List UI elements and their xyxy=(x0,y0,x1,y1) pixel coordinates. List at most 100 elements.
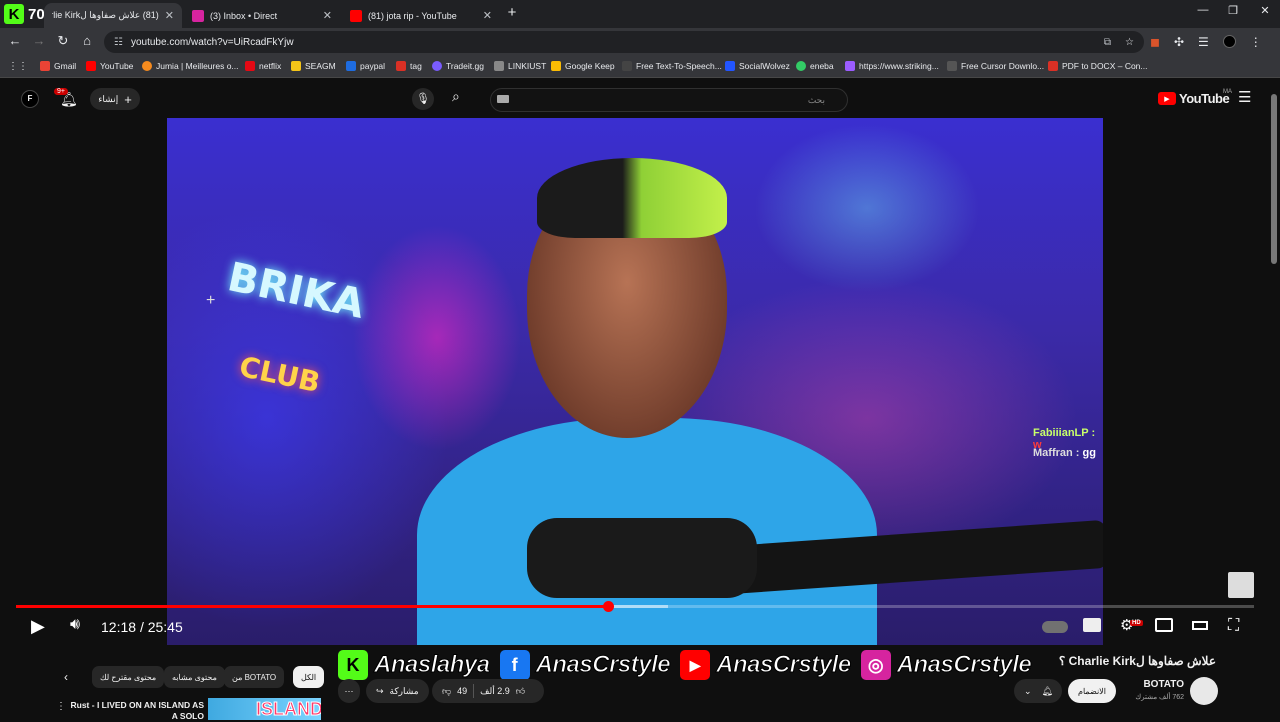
create-button[interactable]: إنشاء + xyxy=(90,88,140,110)
close-tab-icon[interactable]: ✕ xyxy=(165,9,174,22)
address-bar[interactable]: ☷ youtube.com/watch?v=UiRcadFkYjw ⧉ ☆ xyxy=(104,31,1144,53)
keyboard-icon[interactable] xyxy=(497,95,509,103)
bookmark-star-icon[interactable]: ☆ xyxy=(1125,37,1134,48)
duration: 25:45 xyxy=(147,619,183,635)
puzzle-icon[interactable]: ✣ xyxy=(1174,35,1184,49)
tab-inbox[interactable]: (3) Inbox • Direct ✕ xyxy=(184,3,340,28)
thumbnail-text: ISLAND xyxy=(256,699,322,720)
menu-icon[interactable]: ⋮ xyxy=(1250,35,1262,49)
bookmark-tag[interactable]: tag xyxy=(396,61,422,71)
bookmark-eneba[interactable]: eneba xyxy=(796,61,834,71)
progress-bar[interactable] xyxy=(16,601,1254,612)
keep-icon xyxy=(551,61,561,71)
bookmark-youtube[interactable]: YouTube xyxy=(86,61,133,71)
channel-name[interactable]: BOTATO xyxy=(1140,679,1184,690)
voice-search-icon[interactable]: 🎙︎ xyxy=(412,88,434,110)
chat-line: Maffran : gg xyxy=(1033,447,1096,459)
restore-button[interactable]: ❐ xyxy=(1218,4,1248,17)
tab-active[interactable]: (81) علاش صفاوها لCharlie Kirk ✕ xyxy=(44,3,182,28)
profile-icon[interactable] xyxy=(1222,35,1236,48)
join-button[interactable]: الانضمام xyxy=(1068,679,1116,703)
share-button[interactable]: ↪ مشاركة xyxy=(366,679,429,703)
youtube-header: F 🔔︎ 9+ إنشاء + 🎙︎ ⌕ بحث ▶ YouTube MA ☰ xyxy=(0,79,1280,119)
youtube-logo[interactable]: ▶ YouTube xyxy=(1158,91,1230,106)
chip-from-channel[interactable]: من BOTATO xyxy=(224,666,285,688)
kick-logo-icon: K xyxy=(4,4,24,24)
hamburger-menu-icon[interactable]: ☰ xyxy=(1238,88,1251,106)
bookmark-gmail[interactable]: Gmail xyxy=(40,61,76,71)
play-button[interactable]: ▶ xyxy=(31,616,45,637)
apps-icon[interactable]: ⋮⋮ xyxy=(8,61,28,72)
scrubber-handle[interactable] xyxy=(602,601,614,612)
search-input[interactable]: بحث xyxy=(490,88,848,112)
close-tab-icon[interactable]: ✕ xyxy=(483,9,492,22)
recommended-title[interactable]: Rust - I LIVED ON AN ISLAND AS A SOLO xyxy=(68,700,205,722)
tab-title: (81) علاش صفاوها لCharlie Kirk xyxy=(52,10,159,20)
bookmark-socialwolvez[interactable]: SocialWolvez xyxy=(725,61,790,71)
bookmark-striking[interactable]: https://www.striking... xyxy=(845,61,939,71)
youtube-icon xyxy=(86,61,96,71)
tab-youtube[interactable]: (81) jota rip - YouTube ✕ xyxy=(342,3,500,28)
bookmark-netflix[interactable]: netflix xyxy=(245,61,281,71)
account-avatar[interactable]: F xyxy=(21,90,39,108)
reload-button[interactable]: ↻ xyxy=(54,33,72,49)
channel-watermark[interactable] xyxy=(1228,572,1254,598)
recommended-more-icon[interactable]: ⋮ xyxy=(56,701,66,712)
recommended-thumbnail[interactable]: ISLAND xyxy=(208,698,321,720)
video-frame[interactable]: BRIKA CLUB FabiiianLP : w Maffran : gg xyxy=(167,118,1103,645)
fullscreen-icon[interactable]: ⛶ xyxy=(1228,617,1239,635)
search-button[interactable]: ⌕ xyxy=(452,88,460,105)
reading-list-icon[interactable]: ☰ xyxy=(1198,35,1209,49)
volume-icon[interactable]: 🔊︎ xyxy=(70,616,80,634)
bookmark-keep[interactable]: Google Keep xyxy=(551,61,615,71)
chip-recommended[interactable]: محتوى مقترح لك xyxy=(92,666,165,688)
tab-title: (81) jota rip - YouTube xyxy=(368,10,457,21)
chip-all[interactable]: الكل xyxy=(293,666,325,688)
close-tab-icon[interactable]: ✕ xyxy=(323,9,332,22)
forward-button[interactable]: → xyxy=(30,33,48,48)
like-icon[interactable]: 👍︎ xyxy=(516,686,525,697)
social-handle: AnasCrstyle xyxy=(535,651,671,679)
dislike-icon[interactable]: 👎︎ xyxy=(442,686,451,697)
create-label: إنشاء xyxy=(98,93,119,104)
back-button[interactable]: ← xyxy=(6,33,24,48)
minimize-button[interactable]: — xyxy=(1188,4,1218,16)
subscribe-bell-button[interactable]: ⌄ 🔔︎ xyxy=(1014,679,1062,703)
new-tab-button[interactable]: + xyxy=(504,4,520,21)
video-title: علاش صفاوها لCharlie Kirk ؟ xyxy=(1058,654,1216,668)
bookmark-tts[interactable]: Free Text-To-Speech... xyxy=(622,61,722,71)
crosshair-cursor-icon: + xyxy=(206,292,216,309)
close-window-button[interactable]: ✕ xyxy=(1250,4,1280,17)
theater-mode-icon[interactable] xyxy=(1192,621,1208,630)
chip-related[interactable]: محتوى مشابه xyxy=(164,666,225,688)
overlay-count: 70 xyxy=(28,5,45,23)
bookmark-tradeit[interactable]: Tradeit.gg xyxy=(432,61,484,71)
home-button[interactable]: ⌂ xyxy=(78,33,96,48)
neon-sign-top: BRIKA xyxy=(223,254,369,328)
plus-icon: + xyxy=(124,91,132,107)
paypal-icon xyxy=(346,61,356,71)
socialwolvez-icon xyxy=(725,61,735,71)
install-icon[interactable]: ⧉ xyxy=(1104,37,1111,48)
bookmark-seagm[interactable]: SEAGM xyxy=(291,61,336,71)
channel-avatar[interactable] xyxy=(1190,677,1218,705)
url-text: youtube.com/watch?v=UiRcadFkYjw xyxy=(130,36,294,48)
microphone xyxy=(527,518,757,598)
extension-icon[interactable]: ◼ xyxy=(1150,35,1160,49)
bookmark-cursor[interactable]: Free Cursor Downlo... xyxy=(947,61,1044,71)
chips-prev-icon[interactable]: ‹ xyxy=(64,670,68,684)
share-icon: ↪ xyxy=(376,685,384,696)
bookmark-linkiust[interactable]: LINKIUST xyxy=(494,61,546,71)
miniplayer-icon[interactable] xyxy=(1155,618,1173,632)
like-count: 2.9 ألف xyxy=(480,685,510,696)
autoplay-toggle[interactable] xyxy=(1042,621,1068,633)
tradeit-icon xyxy=(432,61,442,71)
facebook-icon: f xyxy=(499,650,530,680)
site-info-icon[interactable]: ☷ xyxy=(114,37,123,48)
more-actions-button[interactable]: ⋯ xyxy=(338,679,360,703)
bookmark-jumia[interactable]: Jumia | Meilleures o... xyxy=(142,61,239,71)
bookmark-pdf[interactable]: PDF to DOCX – Con... xyxy=(1048,61,1148,71)
bookmark-paypal[interactable]: paypal xyxy=(346,61,385,71)
subtitles-icon[interactable] xyxy=(1083,618,1101,632)
page-scrollbar[interactable] xyxy=(1271,94,1277,264)
